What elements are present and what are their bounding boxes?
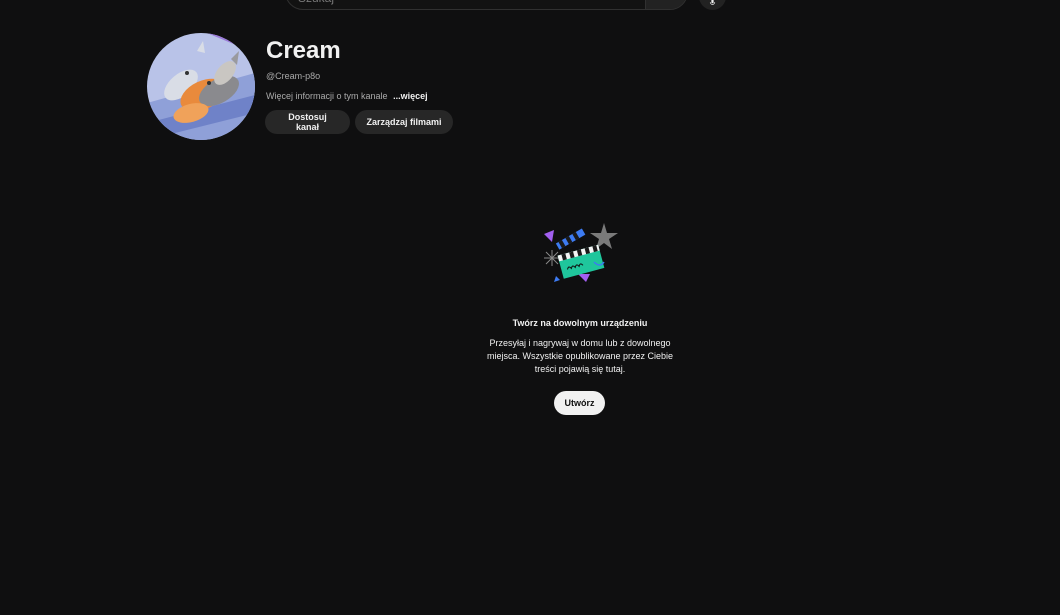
search-button[interactable] <box>645 0 687 9</box>
clapperboard-icon <box>544 223 618 282</box>
create-button[interactable]: Utwórz <box>554 391 605 415</box>
more-link[interactable]: ...więcej <box>393 91 428 101</box>
channel-page: Cream @Cream-p8o Więcej informacji o tym… <box>0 0 1060 615</box>
empty-state-description: Przesyłaj i nagrywaj w domu lub z dowoln… <box>486 338 674 374</box>
channel-description[interactable]: Więcej informacji o tym kanale ...więcej <box>266 91 428 101</box>
channel-name: Cream <box>266 37 341 64</box>
empty-state-title: Twórz na dowolnym urządzeniu <box>512 318 648 328</box>
star-icon <box>590 223 618 249</box>
search-bar <box>285 0 688 10</box>
voice-search-button[interactable] <box>699 0 726 10</box>
avatar-cats-image <box>147 33 255 140</box>
channel-description-text: Więcej informacji o tym kanale <box>266 91 388 101</box>
channel-handle: @Cream-p8o <box>266 71 321 81</box>
microphone-icon <box>709 0 716 5</box>
channel-avatar[interactable] <box>147 33 255 140</box>
manage-videos-button[interactable]: Zarządzaj filmami <box>355 110 453 134</box>
channel-actions: Dostosuj kanał Zarządzaj filmami <box>265 110 453 134</box>
search-icon <box>661 0 673 1</box>
customize-channel-button[interactable]: Dostosuj kanał <box>265 110 350 134</box>
search-input[interactable] <box>286 0 645 9</box>
